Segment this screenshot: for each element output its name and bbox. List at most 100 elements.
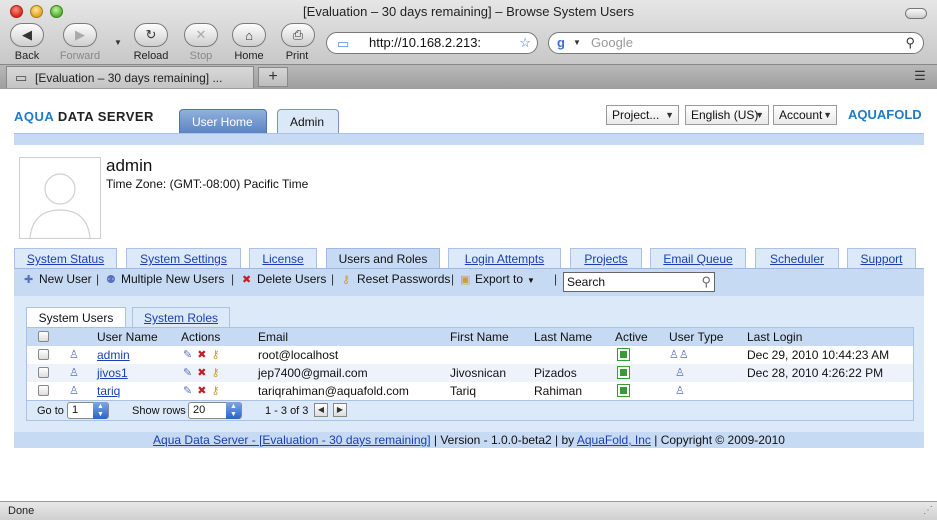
- aquafold-logo: AQUAFOLD: [848, 107, 922, 122]
- tab-projects[interactable]: Projects: [570, 248, 642, 268]
- search-engine-dropdown-icon[interactable]: ▼: [573, 33, 581, 53]
- users-table: User Name Actions Email First Name Last …: [26, 327, 914, 421]
- select-all-checkbox[interactable]: [38, 331, 49, 342]
- column-header-active[interactable]: Active: [615, 330, 648, 344]
- user-name-link[interactable]: jivos1: [97, 366, 128, 380]
- web-search-field[interactable]: g ▼ Google ⚲: [548, 32, 924, 54]
- new-tab-button[interactable]: +: [258, 67, 288, 87]
- project-menu[interactable]: Project... ▼: [606, 105, 679, 125]
- tab-license[interactable]: License: [249, 248, 317, 268]
- user-name-link[interactable]: tariq: [97, 384, 120, 398]
- tab-system-users[interactable]: System Users: [26, 307, 126, 328]
- first-name-cell: Jivosnican: [450, 366, 507, 380]
- tab-user-home[interactable]: User Home: [179, 109, 267, 133]
- column-header-user-name[interactable]: User Name: [97, 330, 158, 344]
- forward-label: Forward: [59, 50, 101, 62]
- browser-tab-title: [Evaluation – 30 days remaining] ...: [35, 71, 223, 85]
- add-users-icon: ⚉: [106, 274, 116, 286]
- tab-menu-button[interactable]: ☰: [909, 68, 931, 86]
- language-menu[interactable]: English (US) ▼: [685, 105, 769, 125]
- row-checkbox[interactable]: [38, 367, 49, 378]
- page-range: 1 - 3 of 3: [265, 405, 309, 417]
- reset-password-icon[interactable]: ⚷: [211, 349, 224, 361]
- column-header-actions: Actions: [181, 330, 221, 344]
- reload-button[interactable]: ↻: [134, 23, 168, 47]
- chevron-left-icon: ◀: [317, 405, 325, 414]
- footer-company-link[interactable]: AquaFold, Inc: [577, 433, 651, 447]
- delete-user-icon[interactable]: ✖: [197, 349, 211, 361]
- history-dropdown-icon[interactable]: ▼: [114, 38, 122, 47]
- forward-button[interactable]: ▶: [63, 23, 97, 47]
- goto-page-select[interactable]: 1 ▲ ▼: [67, 402, 109, 419]
- edit-user-icon[interactable]: ✎: [183, 349, 197, 361]
- next-page-button[interactable]: ▶: [333, 403, 347, 417]
- tab-users-and-roles[interactable]: Users and Roles: [326, 248, 440, 269]
- delete-user-icon[interactable]: ✖: [197, 385, 211, 397]
- column-header-email[interactable]: Email: [258, 330, 288, 344]
- tab-system-status[interactable]: System Status: [14, 248, 117, 268]
- user-type-icon: ♙: [675, 367, 685, 379]
- email-cell: tariqrahiman@aquafold.com: [258, 384, 409, 398]
- column-header-user-type[interactable]: User Type: [669, 330, 723, 344]
- stop-icon: ✕: [195, 27, 207, 42]
- stepper-icon: ▲ ▼: [226, 402, 241, 419]
- url-text: http://10.168.2.213:: [369, 35, 482, 50]
- bookmark-star-icon[interactable]: ☆: [519, 33, 531, 53]
- app-page: AQUA DATA SERVER User Home Admin Project…: [0, 89, 937, 501]
- show-rows-select[interactable]: 20 ▲ ▼: [188, 402, 242, 419]
- toolbar-separator: |: [331, 272, 335, 286]
- toolbar-separator: |: [554, 272, 558, 286]
- table-row: ♙ tariq ✎✖⚷ tariqrahiman@aquafold.com Ta…: [27, 382, 913, 400]
- window-title: [Evaluation – 30 days remaining] – Brows…: [303, 4, 634, 19]
- tab-admin[interactable]: Admin: [277, 109, 339, 134]
- tab-login-attempts[interactable]: Login Attempts: [448, 248, 561, 268]
- print-button[interactable]: ⎙: [281, 23, 315, 47]
- browser-tab[interactable]: ▭ [Evaluation – 30 days remaining] ...: [6, 66, 254, 88]
- user-name-link[interactable]: admin: [97, 348, 130, 362]
- account-menu[interactable]: Account ▼: [773, 105, 837, 125]
- tab-scheduler[interactable]: Scheduler: [755, 248, 839, 268]
- new-user-button[interactable]: ✚ New User: [24, 272, 92, 286]
- reset-passwords-button[interactable]: ⚷ Reset Passwords: [342, 272, 450, 286]
- search-icon[interactable]: ⚲: [701, 274, 711, 290]
- multiple-new-users-button[interactable]: ⚉ Multiple New Users: [106, 272, 224, 286]
- previous-page-button[interactable]: ◀: [314, 403, 328, 417]
- tab-system-settings[interactable]: System Settings: [126, 248, 241, 268]
- last-login-cell: Dec 29, 2010 10:44:23 AM: [747, 348, 890, 362]
- delete-users-button[interactable]: ✖ Delete Users: [242, 272, 326, 286]
- column-header-last-name[interactable]: Last Name: [534, 330, 592, 344]
- chevron-down-icon: ▼: [755, 110, 764, 120]
- row-checkbox[interactable]: [38, 385, 49, 396]
- url-field[interactable]: ▭ http://10.168.2.213: ☆: [326, 32, 538, 54]
- tab-support[interactable]: Support: [847, 248, 916, 268]
- toolbar-separator: |: [96, 272, 100, 286]
- menu-icon: ☰: [914, 68, 926, 83]
- footer-product-link[interactable]: Aqua Data Server - [Evaluation - 30 days…: [153, 433, 430, 447]
- stop-button[interactable]: ✕: [184, 23, 218, 47]
- table-header: User Name Actions Email First Name Last …: [27, 328, 913, 346]
- column-header-last-login[interactable]: Last Login: [747, 330, 802, 344]
- export-to-menu[interactable]: ▣ Export to ▼: [460, 272, 535, 286]
- show-rows-label: Show rows: [132, 405, 186, 417]
- tab-system-roles[interactable]: System Roles: [132, 307, 230, 327]
- reset-password-icon[interactable]: ⚷: [211, 385, 224, 397]
- web-search-placeholder: Google: [591, 35, 633, 50]
- footer-version: | Version - 1.0.0-beta2 | by: [430, 433, 577, 447]
- back-button[interactable]: ◀: [10, 23, 44, 47]
- profile-username: admin: [106, 156, 153, 175]
- tab-email-queue[interactable]: Email Queue: [650, 248, 746, 268]
- plus-icon: +: [268, 68, 278, 85]
- row-checkbox[interactable]: [38, 349, 49, 360]
- search-icon: ⚲: [905, 35, 915, 50]
- edit-user-icon[interactable]: ✎: [183, 367, 197, 379]
- print-label: Print: [285, 50, 309, 62]
- row-actions: ✎✖⚷: [183, 384, 225, 397]
- delete-user-icon[interactable]: ✖: [197, 367, 211, 379]
- toolbar-toggle-button[interactable]: [905, 8, 927, 19]
- home-button[interactable]: ⌂: [232, 23, 266, 47]
- resize-grip-icon[interactable]: ⋰: [923, 505, 933, 516]
- user-search-input[interactable]: Search ⚲: [563, 272, 715, 292]
- reset-password-icon[interactable]: ⚷: [211, 367, 224, 379]
- column-header-first-name[interactable]: First Name: [450, 330, 509, 344]
- edit-user-icon[interactable]: ✎: [183, 385, 197, 397]
